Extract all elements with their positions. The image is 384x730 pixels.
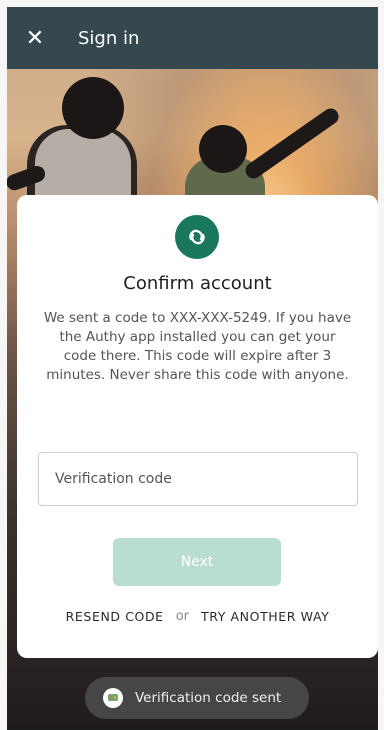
alternate-actions: RESEND CODE or TRY ANOTHER WAY [17,609,378,624]
top-app-bar: ✕ Sign in [7,7,378,69]
card-title: Confirm account [123,273,272,294]
close-icon[interactable]: ✕ [7,7,63,69]
app-screen: ✕ Sign in Confirm account We sent a code… [7,7,378,730]
card-description: We sent a code to XXX-XXX-5249. If you h… [43,310,352,383]
message-icon [103,688,123,708]
confirm-account-card: Confirm account We sent a code to XXX-XX… [17,195,378,658]
page-title: Sign in [78,27,140,49]
or-separator: or [175,609,189,624]
try-another-way-link[interactable]: TRY ANOTHER WAY [201,609,329,624]
resend-code-link[interactable]: RESEND CODE [66,609,164,624]
message-glyph [108,694,118,701]
snackbar-toast: Verification code sent [85,677,309,719]
toast-message: Verification code sent [135,690,282,706]
person-head-2 [199,125,247,173]
person-head [62,77,124,139]
arm-silhouette [242,105,342,182]
authy-logo-glyph [189,229,205,245]
verification-code-input[interactable] [38,452,358,506]
next-button[interactable]: Next [113,538,281,586]
authy-logo-icon [175,215,219,259]
